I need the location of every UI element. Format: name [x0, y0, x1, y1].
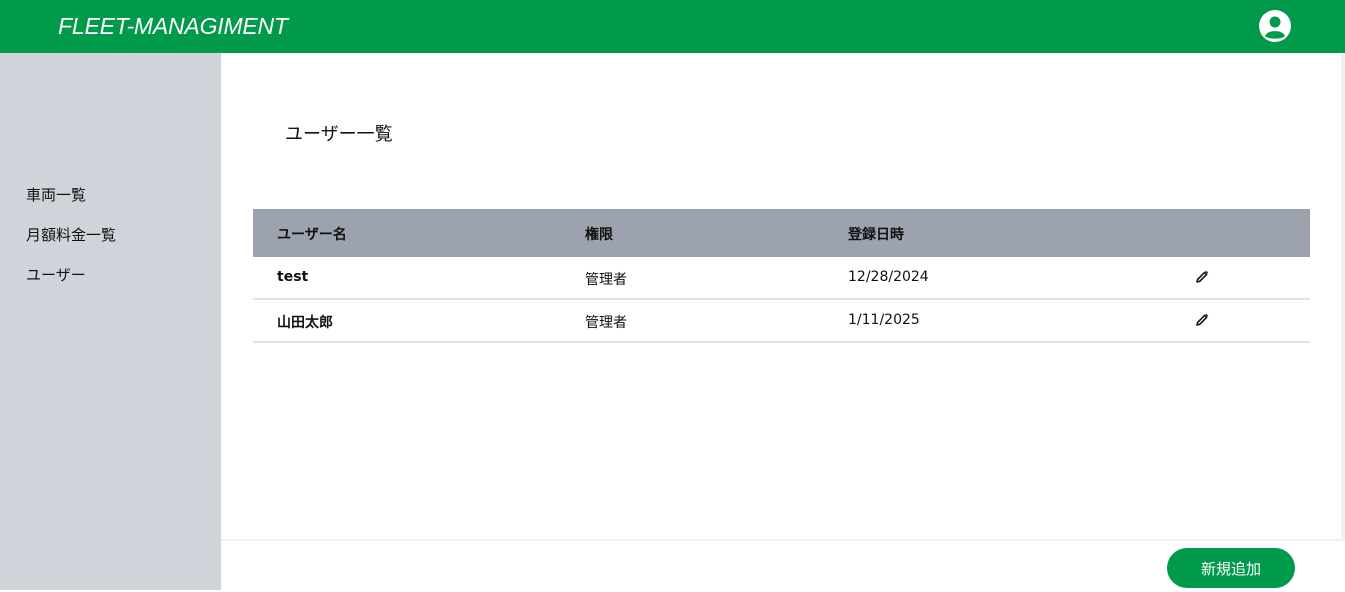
sidebar-item-monthly-fees[interactable]: 月額料金一覧 — [26, 224, 116, 245]
users-table: ユーザー名 権限 登録日時 test 管理者 12/28/2024 山田太郎 管… — [253, 209, 1310, 343]
cell-role: 管理者 — [585, 315, 627, 331]
cell-registered-at: 1/11/2025 — [848, 312, 920, 328]
cell-role: 管理者 — [585, 272, 627, 288]
top-app-bar: FLEET-MANAGIMENT — [0, 0, 1345, 53]
sidebar-item-vehicles[interactable]: 車両一覧 — [26, 184, 86, 205]
sidebar-item-users[interactable]: ユーザー — [26, 264, 86, 285]
column-header-username: ユーザー名 — [277, 227, 347, 243]
table-row: test 管理者 12/28/2024 — [253, 257, 1310, 300]
table-header: ユーザー名 権限 登録日時 — [253, 209, 1310, 257]
cell-username: test — [277, 269, 309, 285]
cell-registered-at: 12/28/2024 — [848, 269, 929, 285]
add-new-button[interactable]: 新規追加 — [1167, 548, 1295, 588]
pencil-icon[interactable] — [1195, 270, 1209, 284]
user-avatar-icon[interactable] — [1258, 9, 1292, 43]
pencil-icon[interactable] — [1195, 313, 1209, 327]
column-header-role: 権限 — [585, 227, 613, 243]
column-header-registered-at: 登録日時 — [848, 227, 904, 243]
sidebar: 車両一覧 月額料金一覧 ユーザー — [0, 53, 221, 590]
cell-username: 山田太郎 — [277, 315, 333, 331]
app-title: FLEET-MANAGIMENT — [58, 13, 288, 39]
page-title: ユーザー一覧 — [285, 124, 393, 145]
table-row: 山田太郎 管理者 1/11/2025 — [253, 300, 1310, 343]
scrollbar-track — [1341, 53, 1345, 539]
